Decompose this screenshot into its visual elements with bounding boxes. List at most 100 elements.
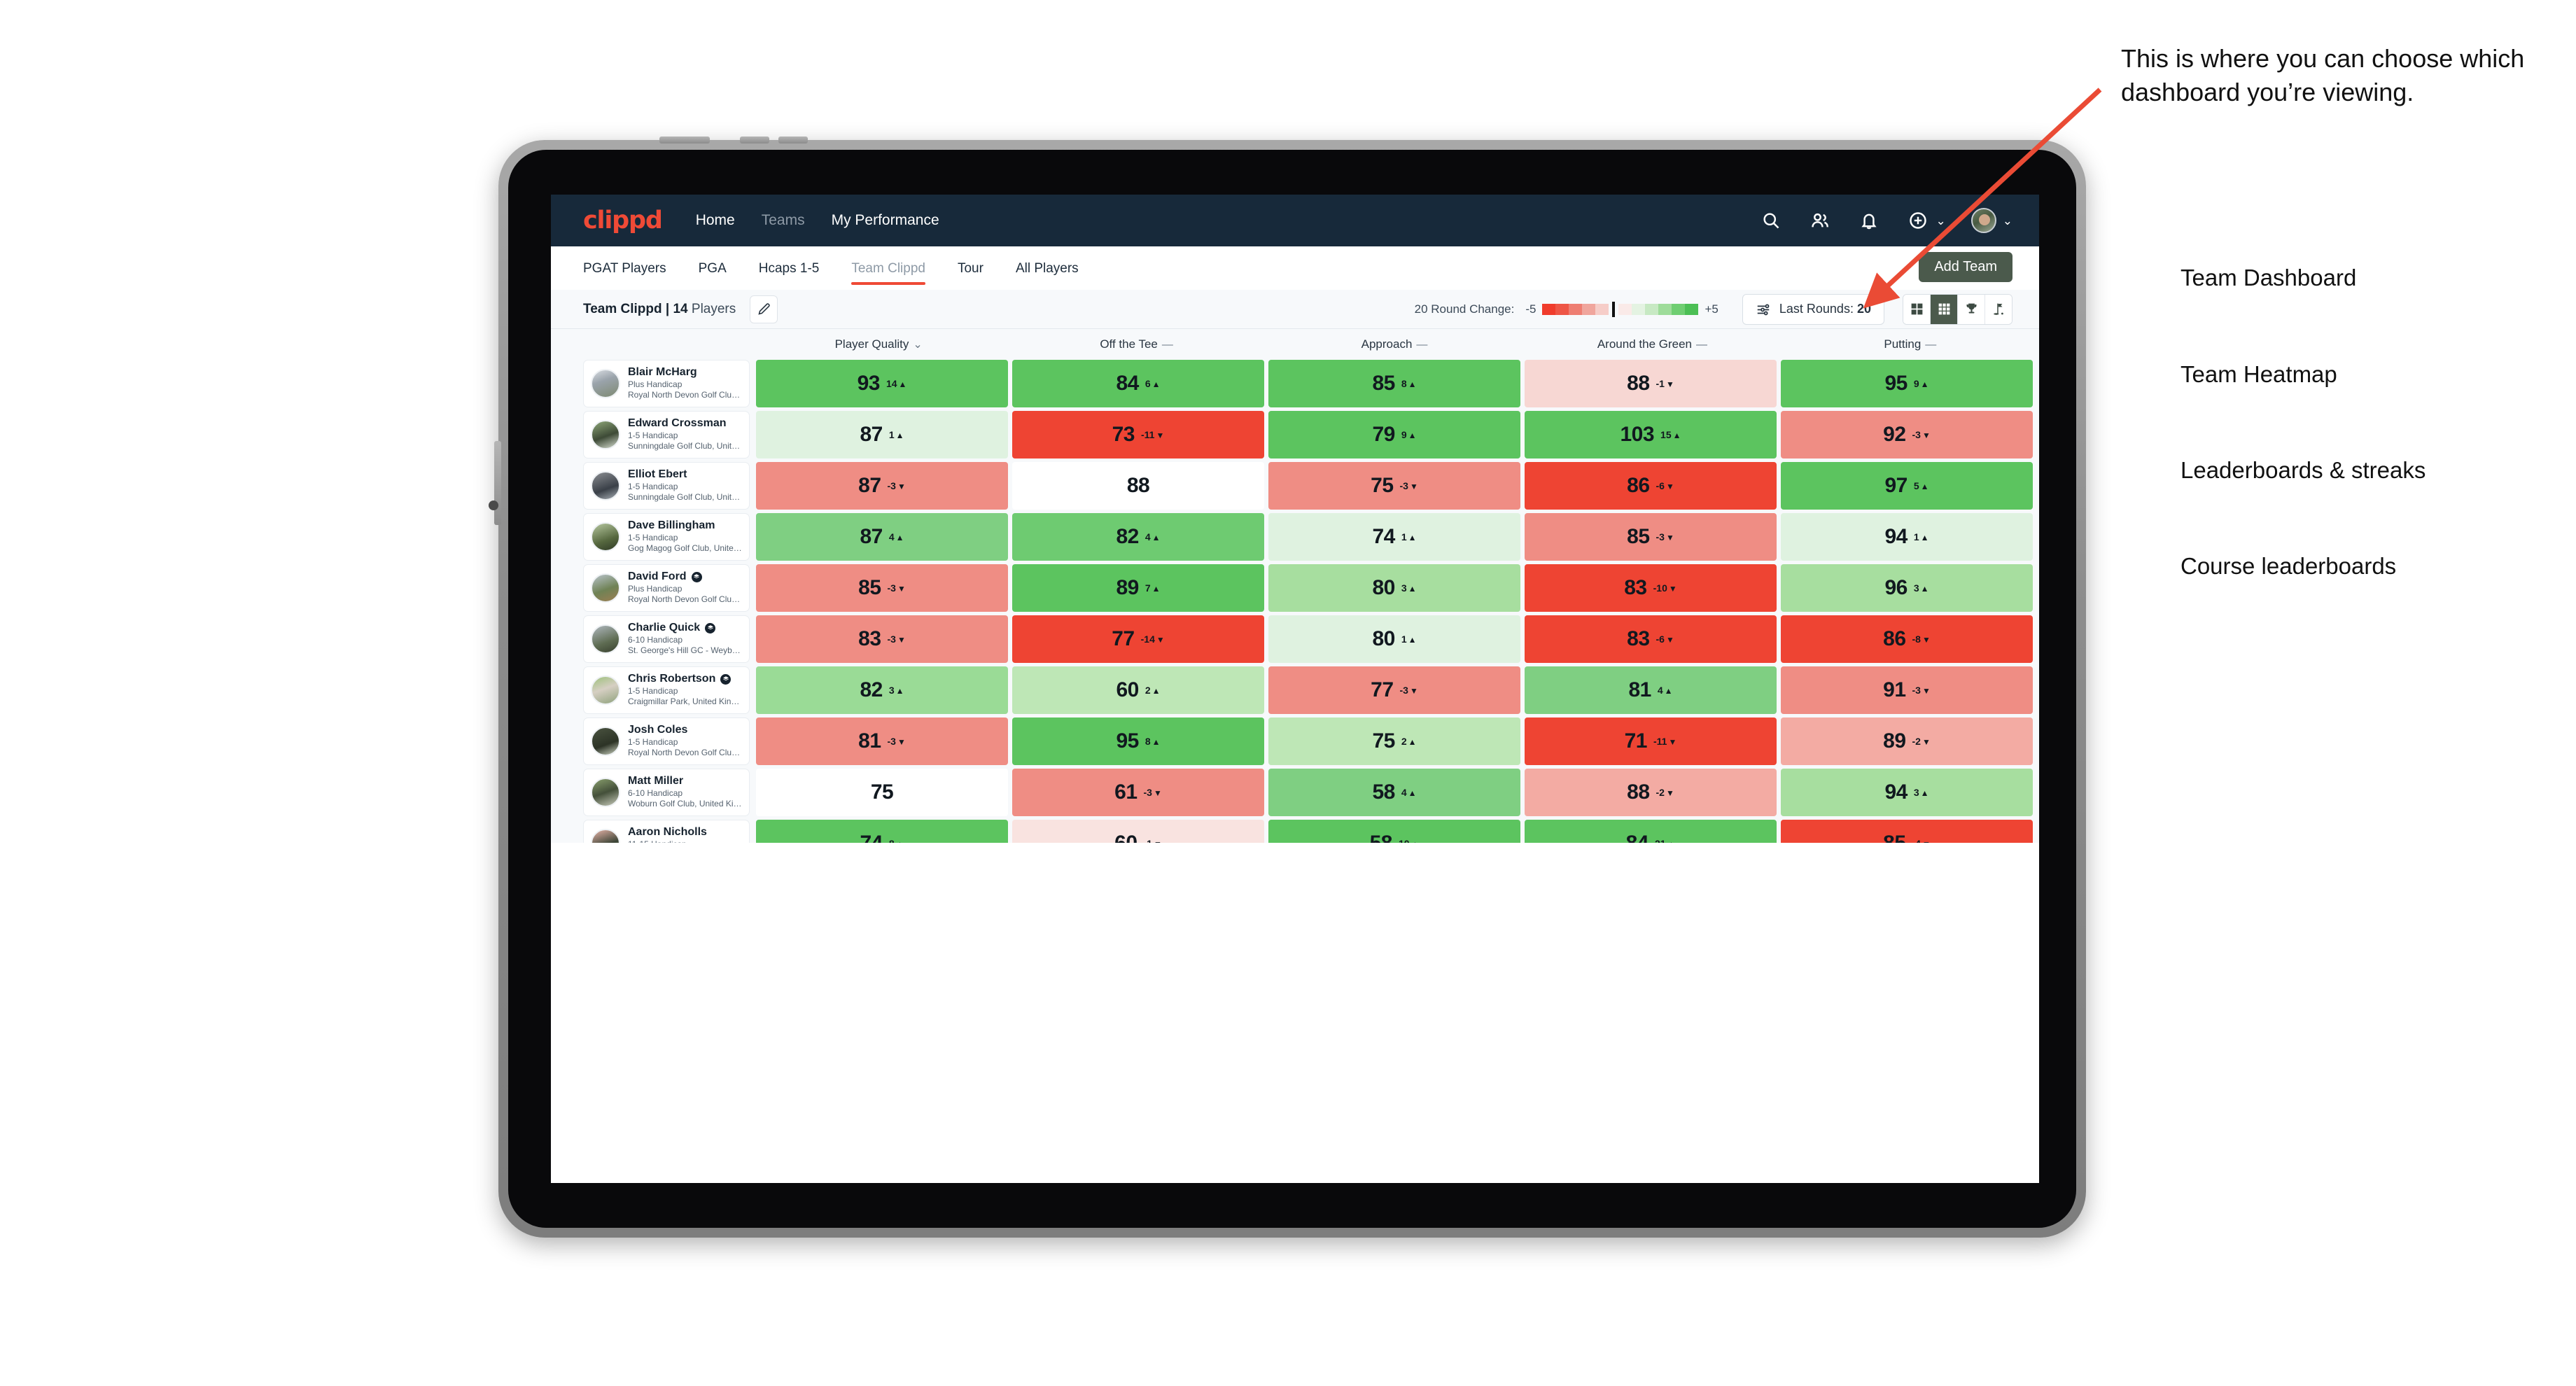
heatmap-cell[interactable]: 58 4 ▲	[1268, 769, 1520, 816]
player-card[interactable]: Matt Miller 6-10 Handicap Woburn Golf Club…	[583, 769, 750, 816]
heatmap-cell[interactable]: 82 3 ▲	[756, 666, 1008, 714]
view-toggle-leaderboards-streaks[interactable]	[1958, 294, 1985, 324]
player-card[interactable]: David Ford Plus Handicap Royal North Devon…	[583, 564, 750, 612]
player-card[interactable]: Josh Coles 1-5 Handicap Royal North Devon …	[583, 718, 750, 765]
heatmap-cell[interactable]: 80 1 ▲	[1268, 615, 1520, 663]
player-card[interactable]: Charlie Quick 6-10 Handicap St. George's H…	[583, 615, 750, 663]
heatmap-cell[interactable]: 92 -3 ▼	[1781, 411, 2033, 458]
nav-link-my-performance[interactable]: My Performance	[832, 212, 939, 229]
heatmap-cell[interactable]: 96 3 ▲	[1781, 564, 2033, 612]
add-team-button[interactable]: Add Team	[1919, 252, 2012, 282]
heatmap-cell[interactable]: 79 9 ▲	[1268, 411, 1520, 458]
player-card[interactable]: Aaron Nicholls11-15 HandicapDrift Golf C…	[583, 820, 750, 843]
header-approach[interactable]: Approach —	[1266, 337, 1523, 351]
heatmap-cell[interactable]: 89 -2 ▼	[1781, 718, 2033, 765]
heatmap-cell[interactable]: 91 -3 ▼	[1781, 666, 2033, 714]
people-icon[interactable]	[1808, 209, 1832, 232]
heatmap-cell[interactable]: 93 14 ▲	[756, 360, 1008, 407]
tab-tour[interactable]: Tour	[958, 248, 983, 288]
tab-all-players[interactable]: All Players	[1016, 248, 1079, 288]
tab-hcaps-1-5[interactable]: Hcaps 1-5	[759, 248, 820, 288]
heatmap-cell[interactable]: 81 4 ▲	[1525, 666, 1777, 714]
heatmap-cell[interactable]: 87 4 ▲	[756, 513, 1008, 561]
header-player-quality[interactable]: Player Quality ⌄	[750, 337, 1007, 351]
heatmap-cell[interactable]: 75 -3 ▼	[1268, 462, 1520, 510]
table-row[interactable]: Matt Miller 6-10 Handicap Woburn Golf Club…	[583, 769, 2039, 816]
heatmap-cell[interactable]: 85 -4▼	[1781, 820, 2033, 843]
heatmap-cell[interactable]: 83 -10 ▼	[1525, 564, 1777, 612]
heatmap-cell[interactable]: 60 2 ▲	[1012, 666, 1264, 714]
heatmap-cell[interactable]: 84 6 ▲	[1012, 360, 1264, 407]
plus-circle-icon[interactable]	[1906, 209, 1930, 232]
table-row[interactable]: Elliot Ebert 1-5 Handicap Sunningdale Golf…	[583, 462, 2039, 510]
table-row[interactable]: Aaron Nicholls11-15 HandicapDrift Golf C…	[583, 820, 2039, 843]
heatmap-cell[interactable]: 80 3 ▲	[1268, 564, 1520, 612]
heatmap-cell[interactable]: 85 -3 ▼	[1525, 513, 1777, 561]
heatmap-cell[interactable]: 84 21▲	[1525, 820, 1777, 843]
header-putting[interactable]: Putting —	[1782, 337, 2039, 351]
heatmap-cell[interactable]: 75 2 ▲	[1268, 718, 1520, 765]
view-toggle-course-leaderboards[interactable]	[1985, 294, 2012, 324]
clippd-logo[interactable]: clippd	[583, 206, 663, 234]
heatmap-cell[interactable]: 60 -1▼	[1012, 820, 1264, 843]
heatmap-cell[interactable]: 85 8 ▲	[1268, 360, 1520, 407]
table-row[interactable]: Blair McHarg Plus Handicap Royal North Dev…	[583, 360, 2039, 407]
bell-icon[interactable]	[1857, 209, 1881, 232]
table-row[interactable]: David Ford Plus Handicap Royal North Devon…	[583, 564, 2039, 612]
tab-pgat-players[interactable]: PGAT Players	[583, 248, 666, 288]
heatmap-cell[interactable]: 88 -1 ▼	[1525, 360, 1777, 407]
tab-team-clippd[interactable]: Team Clippd	[851, 248, 925, 288]
heatmap-cell[interactable]: 83 -3 ▼	[756, 615, 1008, 663]
heatmap-cell[interactable]: 82 4 ▲	[1012, 513, 1264, 561]
heatmap-cell[interactable]: 94 1 ▲	[1781, 513, 2033, 561]
heatmap-grid-body[interactable]: Blair McHarg Plus Handicap Royal North Dev…	[551, 360, 2039, 843]
view-toggle-team-dashboard[interactable]	[1903, 294, 1931, 324]
table-row[interactable]: Edward Crossman 1-5 Handicap Sunningdale G…	[583, 411, 2039, 458]
heatmap-cell[interactable]: 74 8▲	[756, 820, 1008, 843]
heatmap-cell[interactable]: 87 -3 ▼	[756, 462, 1008, 510]
heatmap-cell[interactable]: 83 -6 ▼	[1525, 615, 1777, 663]
nav-link-home[interactable]: Home	[696, 212, 735, 229]
table-row[interactable]: Dave Billingham 1-5 Handicap Gog Magog Gol…	[583, 513, 2039, 561]
last-rounds-filter-button[interactable]: Last Rounds: 20	[1742, 293, 1884, 325]
heatmap-cell[interactable]: 95 9 ▲	[1781, 360, 2033, 407]
heatmap-cell[interactable]: 94 3 ▲	[1781, 769, 2033, 816]
heatmap-cell[interactable]: 73 -11 ▼	[1012, 411, 1264, 458]
avatar[interactable]	[1970, 208, 1996, 233]
heatmap-cell[interactable]: 61 -3 ▼	[1012, 769, 1264, 816]
plus-menu-chevron-down-icon[interactable]: ⌄	[1936, 215, 1946, 227]
search-icon[interactable]	[1759, 209, 1783, 232]
player-card[interactable]: Dave Billingham 1-5 Handicap Gog Magog Gol…	[583, 513, 750, 561]
profile-chevron-down-icon[interactable]: ⌄	[2003, 215, 2012, 227]
heatmap-cell[interactable]: 81 -3 ▼	[756, 718, 1008, 765]
heatmap-cell[interactable]: 88	[1012, 462, 1264, 510]
heatmap-cell[interactable]: 71 -11 ▼	[1525, 718, 1777, 765]
heatmap-cell[interactable]: 88 -2 ▼	[1525, 769, 1777, 816]
table-row[interactable]: Chris Robertson 1-5 Handicap Craigmillar P…	[583, 666, 2039, 714]
player-card[interactable]: Edward Crossman 1-5 Handicap Sunningdale G…	[583, 411, 750, 458]
view-toggle-team-heatmap[interactable]	[1931, 294, 1958, 324]
heatmap-cell[interactable]: 58 10▲	[1268, 820, 1520, 843]
heatmap-cell[interactable]: 103 15 ▲	[1525, 411, 1777, 458]
player-card[interactable]: Elliot Ebert 1-5 Handicap Sunningdale Golf…	[583, 462, 750, 510]
heatmap-cell[interactable]: 86 -6 ▼	[1525, 462, 1777, 510]
header-off-the-tee[interactable]: Off the Tee —	[1007, 337, 1265, 351]
table-row[interactable]: Josh Coles 1-5 Handicap Royal North Devon …	[583, 718, 2039, 765]
heatmap-cell[interactable]: 86 -8 ▼	[1781, 615, 2033, 663]
header-around-the-green[interactable]: Around the Green —	[1523, 337, 1781, 351]
edit-team-button[interactable]	[750, 295, 778, 323]
player-card[interactable]: Blair McHarg Plus Handicap Royal North Dev…	[583, 360, 750, 407]
nav-link-teams[interactable]: Teams	[762, 212, 805, 229]
heatmap-cell[interactable]: 87 1 ▲	[756, 411, 1008, 458]
heatmap-cell[interactable]: 97 5 ▲	[1781, 462, 2033, 510]
heatmap-cell[interactable]: 75	[756, 769, 1008, 816]
heatmap-cell[interactable]: 77 -3 ▼	[1268, 666, 1520, 714]
heatmap-cell[interactable]: 89 7 ▲	[1012, 564, 1264, 612]
heatmap-cell[interactable]: 95 8 ▲	[1012, 718, 1264, 765]
heatmap-cell[interactable]: 77 -14 ▼	[1012, 615, 1264, 663]
tab-pga[interactable]: PGA	[699, 248, 727, 288]
heatmap-cell[interactable]: 85 -3 ▼	[756, 564, 1008, 612]
table-row[interactable]: Charlie Quick 6-10 Handicap St. George's H…	[583, 615, 2039, 663]
player-card[interactable]: Chris Robertson 1-5 Handicap Craigmillar P…	[583, 666, 750, 714]
heatmap-cell[interactable]: 74 1 ▲	[1268, 513, 1520, 561]
